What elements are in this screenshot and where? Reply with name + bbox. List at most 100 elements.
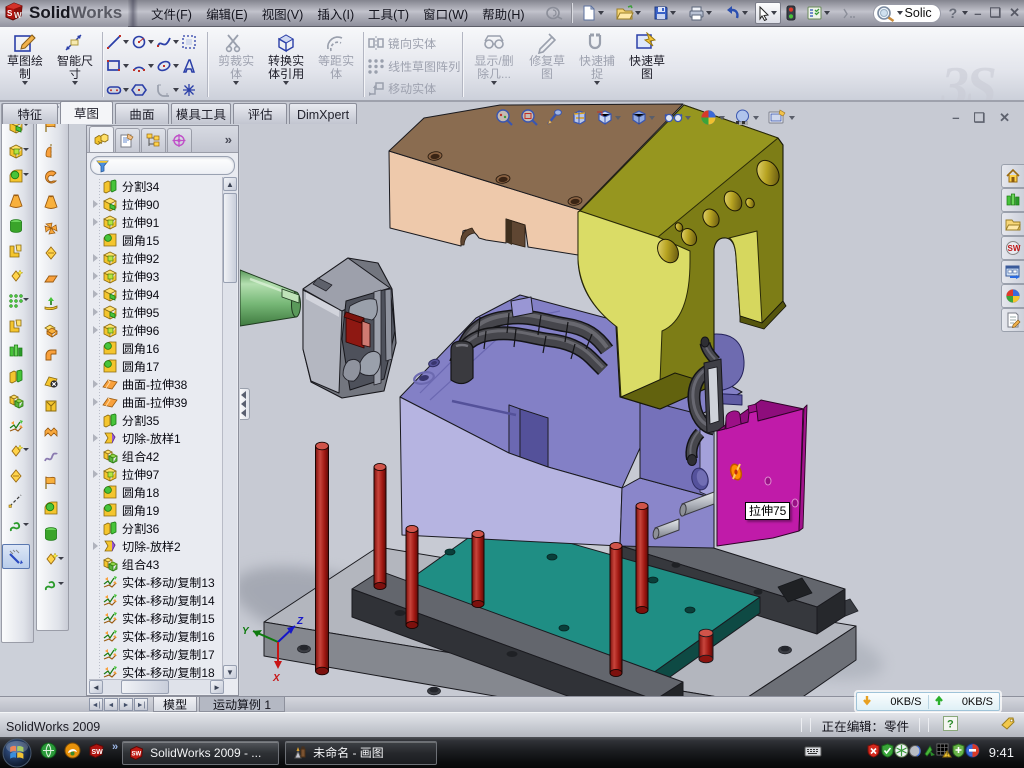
tree-item[interactable]: 分割34 xyxy=(89,177,222,195)
undo-button[interactable] xyxy=(723,1,751,25)
tree-item[interactable]: 拉伸97 xyxy=(89,465,222,483)
expand-icon[interactable] xyxy=(91,433,102,444)
model-3d-view[interactable]: Y Z X xyxy=(240,102,1024,696)
menu-view[interactable]: 视图(V) xyxy=(255,0,311,27)
expand-icon[interactable] xyxy=(91,397,102,408)
view-settings-button[interactable] xyxy=(767,108,797,127)
scroll-thumb[interactable] xyxy=(121,680,169,694)
tree-item[interactable]: 组合43 xyxy=(89,555,222,573)
tab-propertymanager[interactable] xyxy=(115,128,140,152)
nav-prev-button[interactable]: ◄ xyxy=(104,698,118,711)
scroll-right-button[interactable]: ► xyxy=(210,680,224,694)
polygon-tool[interactable] xyxy=(131,78,156,101)
tab-sketch[interactable]: 草图 xyxy=(60,101,113,124)
scroll-down-button[interactable]: ▼ xyxy=(223,665,237,679)
menu-insert[interactable]: 插入(I) xyxy=(310,0,361,27)
sketch-fillet-tool[interactable] xyxy=(156,78,181,101)
move-entities-button[interactable]: 移动实体 xyxy=(367,77,460,100)
expand-icon[interactable] xyxy=(91,325,102,336)
features-curve-button[interactable] xyxy=(2,488,30,513)
tree-item[interactable]: 曲面-拉伸39 xyxy=(89,393,222,411)
features-shell-button[interactable] xyxy=(2,213,30,238)
tree-horizontal-scrollbar[interactable]: ◄ ► xyxy=(89,679,224,694)
tree-item[interactable]: 实体-移动/复制17 xyxy=(89,645,222,663)
surfaces-freeform-button[interactable] xyxy=(37,445,65,471)
tree-item[interactable]: 圆角18 xyxy=(89,483,222,501)
tray-antivirus-alert-icon[interactable] xyxy=(866,743,881,762)
tree-item[interactable]: 曲面-拉伸38 xyxy=(89,375,222,393)
features-hole-wizard-button[interactable] xyxy=(2,263,30,288)
quick-snaps-button[interactable]: 快速捕捉 xyxy=(572,29,622,100)
taskpane-toolbox-button[interactable] xyxy=(1001,236,1024,260)
expand-icon[interactable] xyxy=(91,271,102,282)
dropdown-icon[interactable] xyxy=(594,81,600,85)
ime-keyboard-icon[interactable] xyxy=(804,744,822,761)
menu-edit[interactable]: 编辑(E) xyxy=(199,0,255,27)
taskpane-design-library-button[interactable] xyxy=(1001,212,1024,236)
doc-minimize-button[interactable]: – xyxy=(952,110,959,126)
new-document-dropdown-icon[interactable] xyxy=(598,11,604,15)
tray-snowflake-badge-icon[interactable] xyxy=(894,743,909,762)
expand-icon[interactable] xyxy=(91,199,102,210)
window-restore-button[interactable]: ❏ xyxy=(989,5,1001,21)
surfaces-spline-surface-button[interactable] xyxy=(37,572,65,598)
expand-icon[interactable] xyxy=(91,379,102,390)
measure-button[interactable] xyxy=(2,544,30,569)
dropdown-icon[interactable] xyxy=(233,81,239,85)
offset-entities-button[interactable]: 等距实体 xyxy=(311,29,361,100)
tree-item[interactable]: 圆角15 xyxy=(89,231,222,249)
tree-item[interactable]: 实体-移动/复制15 xyxy=(89,609,222,627)
rollback-icon[interactable] xyxy=(544,1,564,25)
surfaces-mid-surface-button[interactable] xyxy=(37,521,65,547)
features-split-button[interactable] xyxy=(2,363,30,388)
surfaces-filled-surface-button[interactable] xyxy=(37,343,65,369)
repair-sketch-button[interactable]: 修复草图 xyxy=(522,29,572,100)
apply-scene-button[interactable] xyxy=(733,108,761,127)
view-orientation-button[interactable] xyxy=(595,108,623,127)
surfaces-surface-fillet-button[interactable] xyxy=(37,496,65,522)
sketch-button[interactable]: 草图绘制 xyxy=(0,29,50,100)
circle-dropdown-icon[interactable] xyxy=(148,40,154,44)
tree-vertical-scrollbar[interactable]: ▲ ▼ xyxy=(222,177,237,679)
model-green-rod[interactable] xyxy=(240,270,301,326)
taskpane-appearances-button[interactable] xyxy=(1001,284,1024,308)
tree-item[interactable]: 拉伸96 xyxy=(89,321,222,339)
dropdown-icon[interactable] xyxy=(23,448,29,451)
tag-icon[interactable] xyxy=(1000,716,1016,734)
taskbar-solidworks-button[interactable]: SWSolidWorks 2009 - ... xyxy=(122,741,279,765)
open-document-dropdown-icon[interactable] xyxy=(635,11,641,15)
trim-entities-button[interactable]: 剪裁实体 xyxy=(211,29,261,100)
line-dropdown-icon[interactable] xyxy=(123,40,129,44)
undo-dropdown-icon[interactable] xyxy=(742,11,748,15)
hide-show-items-button[interactable] xyxy=(663,108,693,127)
nav-first-button[interactable]: ◄| xyxy=(89,698,103,711)
tree-item[interactable]: 圆角16 xyxy=(89,339,222,357)
nav-last-button[interactable]: ►| xyxy=(134,698,148,711)
surfaces-offset-surface-button[interactable] xyxy=(37,266,65,292)
features-combine-button[interactable] xyxy=(2,388,30,413)
menu-window[interactable]: 窗口(W) xyxy=(416,0,475,27)
surfaces-revolved-surface-button[interactable] xyxy=(37,139,65,165)
surfaces-replace-face-button[interactable] xyxy=(37,470,65,496)
dropdown-icon[interactable] xyxy=(23,523,29,526)
options-button[interactable] xyxy=(805,1,833,25)
menu-help[interactable]: 帮助(H) xyxy=(475,0,531,27)
surfaces-lofted-surface-button[interactable] xyxy=(37,190,65,216)
dropdown-icon[interactable] xyxy=(58,582,64,585)
expand-icon[interactable] xyxy=(91,217,102,228)
mirror-entities-button[interactable]: 镜向实体 xyxy=(367,32,460,55)
model-side-block[interactable] xyxy=(717,400,807,546)
features-draft-button[interactable] xyxy=(2,238,30,263)
display-style-button[interactable] xyxy=(629,108,657,127)
tree-item[interactable]: 分割35 xyxy=(89,411,222,429)
dropdown-icon[interactable] xyxy=(649,116,655,120)
taskbar-clock[interactable]: 9:41 xyxy=(989,745,1014,760)
sketch-fillet-dropdown-icon[interactable] xyxy=(173,88,179,92)
surfaces-planar-surface-button[interactable] xyxy=(37,241,65,267)
taskbar-paint-button[interactable]: 未命名 - 画图 xyxy=(285,741,437,765)
features-reference-button[interactable] xyxy=(2,338,30,363)
surfaces-trim-surface-button[interactable] xyxy=(37,419,65,445)
smart-dimension-button[interactable]: 智能尺寸 xyxy=(50,29,100,100)
save-document-button[interactable] xyxy=(652,1,679,25)
circle-tool[interactable] xyxy=(131,30,156,54)
